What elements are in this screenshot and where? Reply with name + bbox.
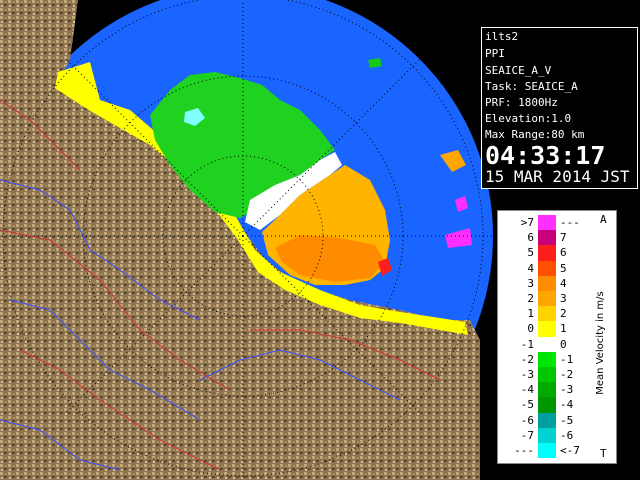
max-range-value: Max Range:80 km	[485, 128, 585, 141]
legend-row-lower-label: -3	[520, 368, 534, 381]
legend-row-lower-label: -5	[520, 398, 534, 412]
legend-row: 23	[498, 291, 598, 307]
legend-row-upper-label: 5	[560, 261, 567, 275]
legend-row-lower-label: 1	[527, 307, 534, 321]
legend-row: >7 ---	[498, 215, 598, 231]
legend-row-upper-label: <-7	[560, 444, 580, 457]
legend-row: 12	[498, 306, 598, 322]
legend-row-lower-label: 5	[527, 246, 534, 260]
legend-row-upper-label: 1	[560, 322, 567, 336]
legend-row-upper-label: -1	[560, 352, 574, 366]
info-panel: ilts2 PPI SEAICE_A_V Task: SEAICE_A PRF:…	[481, 27, 638, 189]
legend-row: 56	[498, 245, 598, 261]
field-name: SEAICE_A_V	[485, 64, 552, 77]
legend-color-swatch	[538, 291, 556, 307]
legend-color-swatch	[538, 336, 556, 352]
legend-row-upper-label: 4	[560, 276, 567, 290]
legend-row: -7 -6	[498, 427, 598, 443]
legend-color-swatch	[538, 427, 556, 443]
legend-row-lower-label: -7	[520, 428, 534, 442]
legend-row: -3 -2	[498, 367, 598, 383]
elevation-value: Elevation:1.0	[485, 112, 572, 125]
legend-row-upper-label: -4	[560, 398, 574, 412]
legend-color-swatch	[538, 321, 556, 337]
task-name: Task: SEAICE_A	[485, 80, 578, 93]
legend-row-upper-label: 0	[560, 337, 567, 351]
legend-row: 01	[498, 321, 598, 337]
legend-row-upper-label: -2	[560, 368, 574, 381]
product-type: PPI	[485, 47, 505, 60]
legend-color-swatch	[538, 412, 556, 428]
site-name: ilts2	[485, 30, 519, 43]
legend-row: -4 -3	[498, 382, 598, 398]
legend-color-swatch	[538, 245, 556, 261]
legend-row-upper-label: 3	[560, 292, 567, 305]
legend-row-lower-label: -4	[520, 383, 534, 397]
legend-color-swatch	[538, 351, 556, 367]
legend-row-upper-label: -5	[560, 413, 574, 427]
legend-color-swatch	[538, 306, 556, 322]
legend-color-swatch	[538, 260, 556, 276]
legend-color-swatch	[538, 275, 556, 291]
legend-row: -1 0	[498, 336, 598, 352]
legend-row: 67	[498, 230, 598, 246]
legend-color-swatch	[538, 230, 556, 246]
legend-top-marker: A	[600, 213, 607, 226]
legend-row: -6 -5	[498, 412, 598, 428]
legend-color-swatch	[538, 397, 556, 413]
legend-color-swatch	[538, 367, 556, 383]
legend-row-upper-label: -6	[560, 428, 574, 442]
legend-color-swatch	[538, 215, 556, 231]
legend-row-lower-label: 0	[527, 322, 534, 336]
legend-row-lower-label: 2	[527, 292, 534, 305]
legend-color-swatch	[538, 443, 556, 459]
legend-row-lower-label: 3	[527, 276, 534, 290]
legend-row-upper-label: -3	[560, 383, 574, 397]
legend-row: -5 -4	[498, 397, 598, 413]
legend-row-upper-label: 2	[560, 307, 567, 321]
legend-title: Mean Velocity in m/s	[595, 291, 606, 395]
scan-date: 15 MAR 2014 JST	[485, 167, 630, 186]
legend-row-upper-label: ---	[560, 216, 580, 229]
legend-row-lower-label: ---	[514, 444, 534, 457]
legend-row-lower-label: -1	[520, 337, 534, 351]
legend-row: --- <-7	[498, 443, 598, 459]
legend-color-swatch	[538, 382, 556, 398]
legend-row-upper-label: 7	[560, 231, 567, 245]
prf-value: PRF: 1800Hz	[485, 96, 558, 109]
legend-row: 34	[498, 275, 598, 291]
legend-row-lower-label: -6	[520, 413, 534, 427]
legend-row-lower-label: -2	[520, 352, 534, 366]
legend-row: 45	[498, 260, 598, 276]
legend-bottom-marker: T	[600, 447, 607, 460]
velocity-legend: >7 --- 6 7 5 6 4 5 3 4 2 3 1 2 0 1 -1 0 -2 -1 -3 -2 -4 -3 -5 -4 -6…	[497, 210, 617, 464]
legend-row: -2 -1	[498, 351, 598, 367]
legend-row-lower-label: 6	[527, 231, 534, 245]
legend-row-lower-label: >7	[520, 216, 534, 229]
legend-row-upper-label: 6	[560, 246, 567, 260]
legend-row-lower-label: 4	[527, 261, 534, 275]
scan-time: 04:33:17	[485, 141, 606, 170]
